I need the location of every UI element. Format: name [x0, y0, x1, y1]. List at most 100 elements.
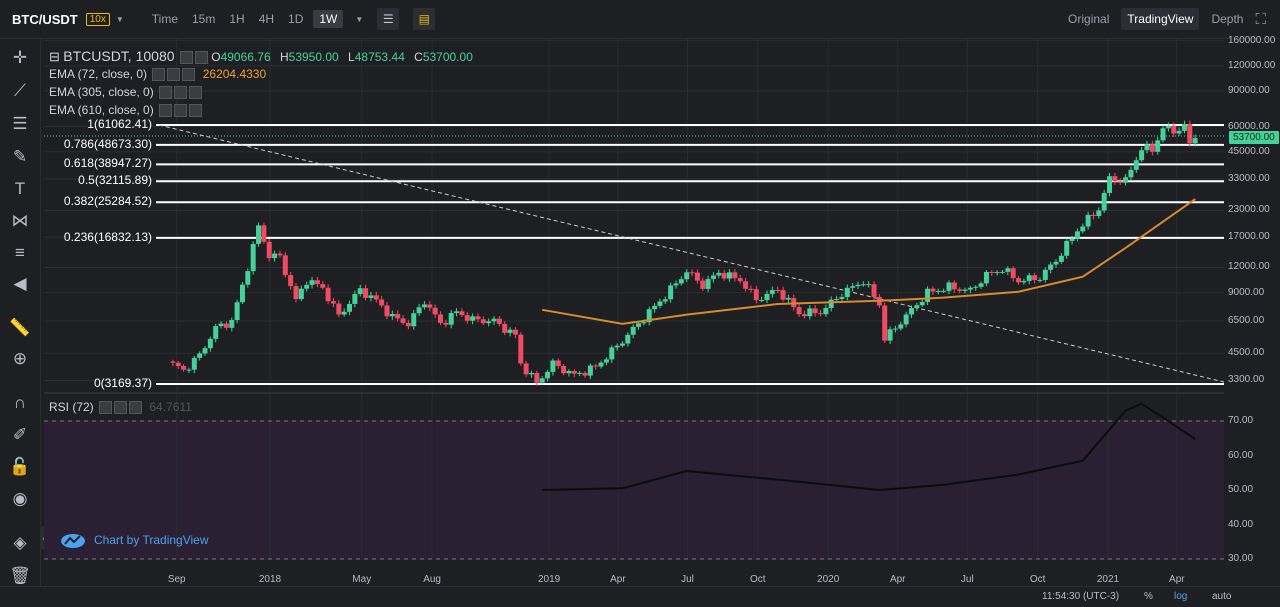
candle-body	[823, 307, 829, 315]
candle-body	[518, 334, 524, 364]
ema1-remove-icon[interactable]	[182, 68, 196, 82]
ema3-hide-icon[interactable]	[174, 104, 188, 118]
candle-body	[1053, 261, 1059, 265]
magnet-icon[interactable]: ∩	[8, 392, 32, 414]
candle-body	[245, 271, 251, 285]
candle-body	[1176, 130, 1182, 134]
candle-body	[470, 316, 476, 321]
settings-sliders-icon[interactable]: ☰	[377, 8, 400, 30]
chevron-down-icon[interactable]: ▼	[116, 15, 124, 24]
ema2-hide-icon[interactable]	[174, 86, 188, 100]
ema1-legend: EMA (72, close, 0) 26204.4330	[49, 67, 266, 82]
candle-body	[892, 328, 898, 330]
legend-settings-icon[interactable]	[179, 51, 193, 65]
indicators-icon[interactable]: ▤	[413, 8, 436, 30]
mode-original[interactable]: Original	[1068, 12, 1109, 26]
candle-body	[202, 348, 208, 354]
ema3-settings-icon[interactable]	[159, 104, 173, 118]
ema1-hide-icon[interactable]	[167, 68, 181, 82]
rsi-tick-label: 40.00	[1228, 518, 1254, 530]
ema2-remove-icon[interactable]	[189, 86, 203, 100]
candle-body	[197, 353, 203, 358]
tradingview-brand[interactable]: Chart by TradingView	[60, 532, 209, 548]
trash-icon[interactable]: 🗑	[8, 565, 32, 587]
rsi-hide-icon[interactable]	[114, 401, 128, 415]
candle-body	[769, 289, 775, 294]
interval-1h[interactable]: 1H	[229, 12, 244, 26]
time-tick-label: May	[352, 574, 372, 585]
price-chart[interactable]	[44, 39, 1224, 586]
price-tick-label: 33000.00	[1228, 172, 1270, 184]
candle-body	[775, 289, 781, 291]
pattern-icon[interactable]: ⋈	[8, 210, 32, 232]
mode-tradingview[interactable]: TradingView	[1121, 8, 1200, 30]
candle-body	[213, 326, 219, 339]
candle-body	[657, 301, 663, 306]
time-interval-button[interactable]: Time	[152, 12, 178, 26]
rsi-settings-icon[interactable]	[99, 401, 113, 415]
rsi-tick-label: 70.00	[1228, 415, 1254, 426]
candle-body	[593, 365, 599, 367]
rsi-tick-label: 30.00	[1228, 553, 1254, 564]
ema1-settings-icon[interactable]	[152, 68, 166, 82]
price-tick-label: 6500.00	[1228, 315, 1265, 327]
candle-body	[272, 253, 278, 259]
candle-body	[801, 314, 807, 317]
candle-body	[967, 287, 973, 290]
ruler-icon[interactable]: 📏	[8, 317, 32, 339]
candle-body	[341, 311, 347, 315]
rsi-remove-icon[interactable]	[129, 401, 143, 415]
candle-body	[914, 305, 920, 309]
fullscreen-icon[interactable]: ⛶	[1255, 11, 1266, 28]
leverage-badge[interactable]: 10x	[85, 12, 110, 26]
fib-level-label: 0.786(48673.30)	[63, 136, 152, 151]
candle-body	[448, 313, 454, 325]
candle-body	[957, 289, 963, 291]
ema3-remove-icon[interactable]	[189, 104, 203, 118]
candle-body	[1171, 125, 1177, 134]
fib-level-label: 0(3169.37)	[93, 376, 152, 390]
zoom-in-icon[interactable]: ⊕	[8, 348, 32, 370]
trendline-icon[interactable]: ⟋	[8, 80, 32, 102]
price-tick-label: 3300.00	[1228, 374, 1265, 386]
interval-1d[interactable]: 1D	[288, 12, 303, 26]
candle-body	[368, 295, 374, 298]
more-intervals-chevron-icon[interactable]: ▼	[355, 15, 363, 24]
candle-body	[700, 280, 706, 289]
candle-body	[191, 357, 197, 370]
legend-hide-icon[interactable]	[194, 51, 208, 65]
candle-body	[807, 308, 813, 317]
lock-icon[interactable]: 🔓	[8, 456, 32, 478]
log-toggle[interactable]: log	[1174, 591, 1187, 602]
pair-symbol[interactable]: BTC/USDT	[12, 12, 78, 27]
candle-body	[347, 303, 353, 312]
lock-drawing-icon[interactable]: ✐	[8, 424, 32, 446]
auto-toggle[interactable]: auto	[1212, 591, 1231, 602]
candle-body	[818, 313, 824, 315]
candle-body	[978, 283, 984, 287]
price-tick-label: 160000.00	[1228, 34, 1276, 46]
candle-body	[175, 362, 181, 367]
candle-body	[486, 321, 492, 324]
crosshair-icon[interactable]: ✛	[8, 47, 32, 69]
ema2-settings-icon[interactable]	[159, 86, 173, 100]
candle-body	[1016, 278, 1022, 283]
interval-4h[interactable]: 4H	[259, 12, 274, 26]
candle-body	[496, 318, 502, 324]
interval-1w[interactable]: 1W	[313, 10, 344, 28]
chart-mode-tabs: Original TradingView Depth ⛶	[1056, 0, 1266, 38]
fib-icon[interactable]: ≡	[8, 242, 32, 264]
fib-level-label: 0.618(38947.27)	[63, 156, 152, 171]
mode-depth[interactable]: Depth	[1211, 12, 1243, 26]
percent-toggle[interactable]: %	[1144, 591, 1153, 602]
candle-body	[962, 289, 968, 291]
back-arrow-icon[interactable]: ◀	[8, 273, 32, 295]
interval-15m[interactable]: 15m	[192, 12, 215, 26]
candle-body	[1074, 231, 1080, 239]
layers-icon[interactable]: ◈	[8, 532, 32, 554]
collapse-legend-icon[interactable]: ⊟	[49, 49, 60, 64]
candle-body	[689, 272, 695, 274]
eye-icon[interactable]: ◉	[8, 488, 32, 510]
candle-body	[539, 378, 545, 383]
candle-body	[764, 293, 770, 301]
